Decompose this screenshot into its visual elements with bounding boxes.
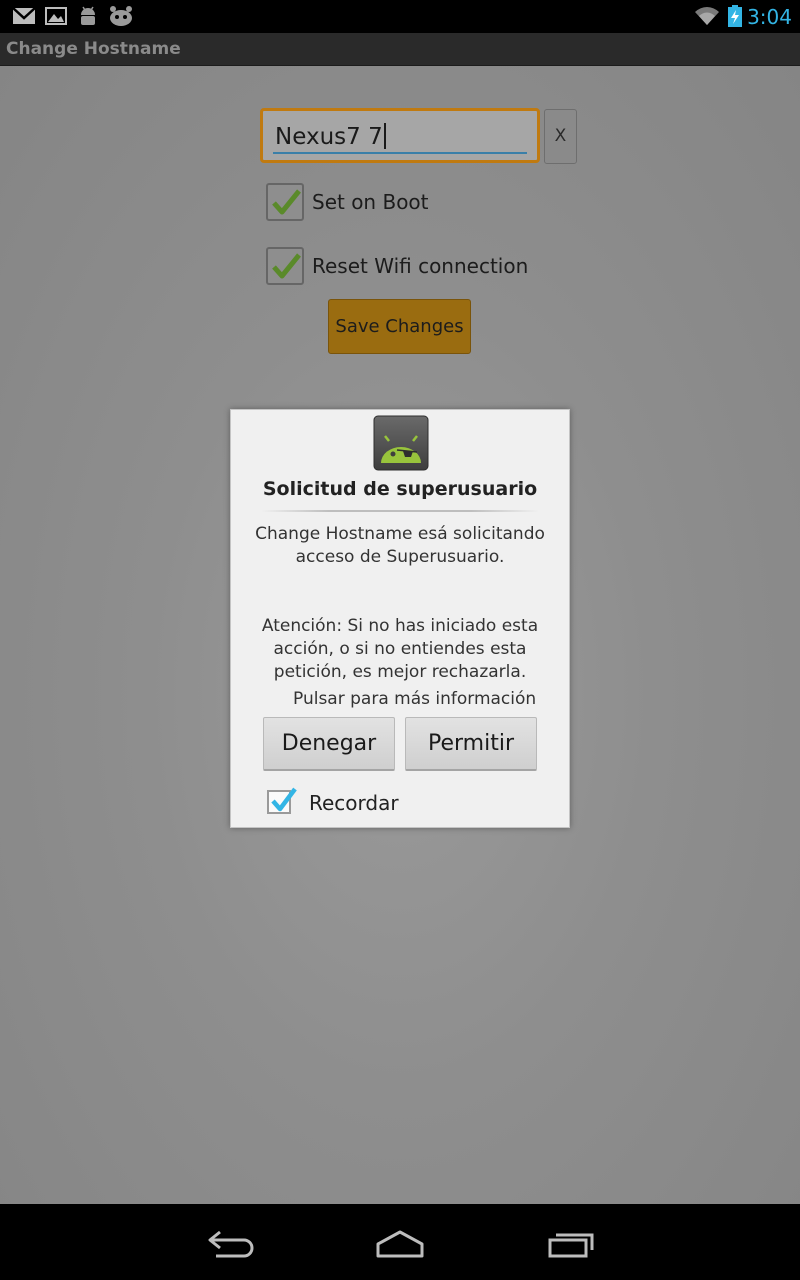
allow-button[interactable]: Permitir: [405, 717, 537, 771]
gmail-icon: [12, 7, 36, 24]
dialog-message: Change Hostname esá solicitando acceso d…: [255, 524, 545, 567]
save-changes-button[interactable]: Save Changes: [328, 299, 471, 354]
recent-apps-icon[interactable]: [542, 1226, 602, 1260]
reset-wifi-checkbox[interactable]: [266, 247, 304, 285]
text-caret: [383, 123, 386, 149]
clock: 3:04: [747, 5, 792, 29]
clear-button[interactable]: X: [544, 109, 577, 164]
checkmark-icon: [272, 189, 301, 215]
action-bar: Change Hostname: [0, 33, 800, 66]
set-on-boot-checkbox[interactable]: [266, 183, 304, 221]
checkmark-icon: [272, 253, 301, 279]
android-debug-icon: [81, 6, 95, 25]
dialog-warning: Atención: Si no has iniciado esta acción…: [261, 616, 539, 682]
input-underline: [273, 152, 527, 154]
gallery-icon: [45, 7, 67, 25]
deny-button[interactable]: Denegar: [263, 717, 395, 771]
status-bar: 3:04: [0, 0, 800, 33]
app-title: Change Hostname: [6, 39, 181, 59]
wifi-icon: [695, 7, 719, 25]
remember-label: Recordar: [309, 791, 399, 815]
reset-wifi-label: Reset Wifi connection: [312, 254, 529, 278]
home-icon[interactable]: [370, 1226, 430, 1260]
set-on-boot-label: Set on Boot: [312, 190, 429, 214]
more-info-link[interactable]: Pulsar para más información: [293, 689, 536, 709]
superuser-request-dialog: Solicitud de superusuario Change Hostnam…: [230, 409, 570, 828]
dialog-divider: [261, 510, 539, 512]
remember-row[interactable]: Recordar: [267, 787, 467, 816]
battery-charging-icon: [728, 5, 742, 27]
superuser-android-icon: [373, 415, 429, 471]
back-icon[interactable]: [200, 1226, 260, 1260]
checkmark-icon: [271, 787, 297, 812]
hostname-input-value: Nexus7 7: [275, 123, 386, 150]
dialog-title: Solicitud de superusuario: [262, 478, 538, 500]
remember-checkbox[interactable]: [267, 787, 297, 814]
hostname-input[interactable]: Nexus7 7: [260, 108, 540, 163]
superuser-icon: [110, 6, 132, 26]
navigation-bar: [0, 1204, 800, 1280]
